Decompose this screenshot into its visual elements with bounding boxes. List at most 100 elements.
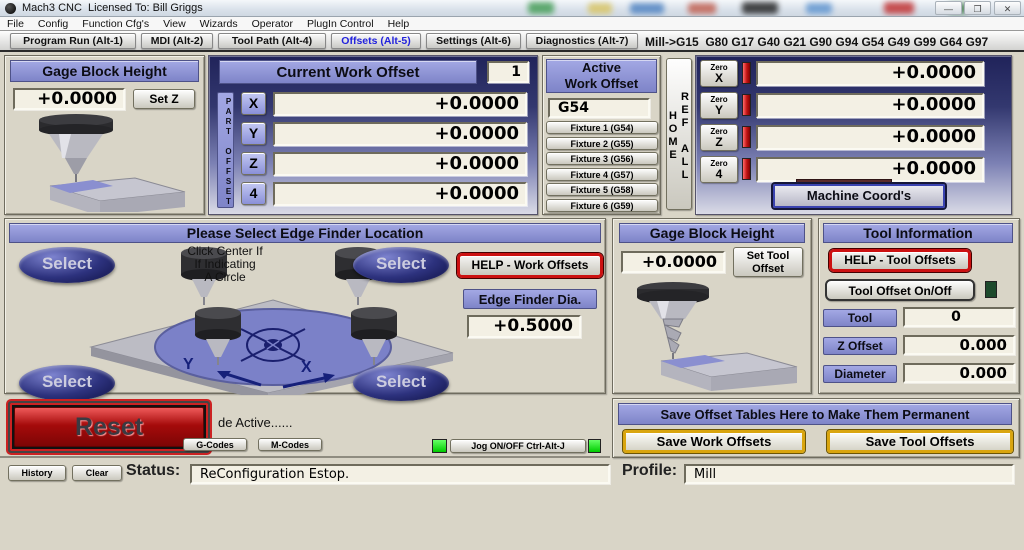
jog-on-off-button[interactable]: Jog ON/OFF Ctrl-Alt-J xyxy=(450,439,586,453)
m-codes-button[interactable]: M-Codes xyxy=(258,438,322,451)
part-offset-x-button[interactable]: X xyxy=(241,92,266,115)
help-tool-offsets-button[interactable]: HELP - Tool Offsets xyxy=(829,249,971,272)
zero-z-button[interactable]: Zero Z xyxy=(700,124,738,151)
menu-wizards[interactable]: Wizards xyxy=(193,18,245,30)
part-offset-y-button[interactable]: Y xyxy=(241,122,266,145)
y-home-led xyxy=(742,94,751,116)
tab-diagnostics[interactable]: Diagnostics (Alt-7) xyxy=(526,33,638,49)
menu-plugin-control[interactable]: PlugIn Control xyxy=(300,18,381,30)
active-work-offset-panel: Active Work Offset G54 Fixture 1 (G54) F… xyxy=(542,55,661,215)
status-label: Status: xyxy=(126,462,180,480)
set-tool-offset-button[interactable]: Set Tool Offset xyxy=(733,247,803,277)
z-offset-dro[interactable]: 0.000 xyxy=(903,335,1015,355)
tool-over-block-graphic xyxy=(621,281,805,391)
title-bar: Mach3 CNC Licensed To: Bill Griggs — ❐ ✕ xyxy=(0,0,1024,17)
save-offsets-title: Save Offset Tables Here to Make Them Per… xyxy=(618,403,1012,425)
machine-y-dro[interactable]: +0.0000 xyxy=(756,93,984,118)
save-tool-offsets-button[interactable]: Save Tool Offsets xyxy=(827,430,1013,453)
edge-finder-title: Please Select Edge Finder Location xyxy=(9,223,601,243)
gage-block-height-dro[interactable]: +0.0000 xyxy=(13,88,125,110)
tool-information-panel: Tool Information HELP - Tool Offsets Too… xyxy=(818,218,1020,394)
fixture-5-button[interactable]: Fixture 5 (G58) xyxy=(546,183,658,196)
save-work-offsets-button[interactable]: Save Work Offsets xyxy=(623,430,805,453)
jog-led-left xyxy=(432,439,447,453)
history-button[interactable]: History xyxy=(8,465,66,481)
taskbar-blur-decoration xyxy=(588,3,612,14)
fixture-3-button[interactable]: Fixture 3 (G56) xyxy=(546,152,658,165)
current-work-offset-title: Current Work Offset xyxy=(219,60,477,84)
screen-tab-bar: Program Run (Alt-1) MDI (Alt-2) Tool Pat… xyxy=(0,31,1024,52)
gage-block-height-title: Gage Block Height xyxy=(10,60,199,82)
reset-button[interactable]: Reset xyxy=(14,407,204,447)
active-work-offset-dro[interactable]: G54 xyxy=(548,98,650,118)
machine-coords-panel: Zero X +0.0000 Zero Y +0.0000 Zero Z +0.… xyxy=(695,55,1012,215)
clear-button[interactable]: Clear xyxy=(72,465,122,481)
maximize-button-icon[interactable]: ❐ xyxy=(964,1,991,15)
machine-z-dro[interactable]: +0.0000 xyxy=(756,125,984,150)
window-title: Mach3 CNC Licensed To: Bill Griggs xyxy=(22,2,203,14)
minimize-button-icon[interactable]: — xyxy=(935,1,962,15)
set-z-button[interactable]: Set Z xyxy=(133,89,195,109)
tab-mdi[interactable]: MDI (Alt-2) xyxy=(141,33,213,49)
profile-label: Profile: xyxy=(622,462,677,480)
gage-block-height-panel-bottom: Gage Block Height +0.0000 Set Tool Offse… xyxy=(612,218,812,394)
tab-settings[interactable]: Settings (Alt-6) xyxy=(426,33,521,49)
part-offset-z-button[interactable]: Z xyxy=(241,152,266,175)
g-codes-button[interactable]: G-Codes xyxy=(183,438,247,451)
menu-view[interactable]: View xyxy=(156,18,193,30)
taskbar-blur-decoration xyxy=(742,2,778,14)
edge-finder-dia-dro[interactable]: +0.5000 xyxy=(467,315,581,338)
menu-help[interactable]: Help xyxy=(381,18,417,30)
select-edge-finder-bottom-left-button[interactable]: Select xyxy=(19,365,115,401)
menu-config[interactable]: Config xyxy=(31,18,75,30)
tool-number-dro[interactable]: 0 xyxy=(903,307,1015,327)
fixture-4-button[interactable]: Fixture 4 (G57) xyxy=(546,168,658,181)
menu-function-cfgs[interactable]: Function Cfg's xyxy=(75,18,156,30)
save-offsets-panel: Save Offset Tables Here to Make Them Per… xyxy=(612,398,1020,458)
taskbar-blur-decoration xyxy=(884,2,914,14)
tool-information-title: Tool Information xyxy=(823,223,1013,243)
work-offset-number-dro[interactable]: 1 xyxy=(487,61,529,83)
diameter-dro[interactable]: 0.000 xyxy=(903,363,1015,383)
gage-block-height-bottom-title: Gage Block Height xyxy=(619,223,805,243)
part-offset-x-dro[interactable]: +0.0000 xyxy=(273,92,527,116)
select-edge-finder-bottom-right-button[interactable]: Select xyxy=(353,365,449,401)
zero-y-button[interactable]: Zero Y xyxy=(700,92,738,119)
gage-block-height-bottom-dro[interactable]: +0.0000 xyxy=(621,251,725,273)
menu-file[interactable]: File xyxy=(0,18,31,30)
select-edge-finder-top-right-button[interactable]: Select xyxy=(353,247,449,283)
jog-led-right xyxy=(588,439,601,453)
edge-finder-panel: Please Select Edge Finder Location xyxy=(4,218,606,394)
machine-coords-button[interactable]: Machine Coord's xyxy=(773,184,945,208)
zero-4-button[interactable]: Zero 4 xyxy=(700,156,738,183)
select-edge-finder-top-left-button[interactable]: Select xyxy=(19,247,115,283)
active-work-offset-title-line1: Active xyxy=(547,60,656,76)
machine-x-dro[interactable]: +0.0000 xyxy=(756,61,984,86)
axis-y-label: Y xyxy=(183,356,194,374)
help-work-offsets-button[interactable]: HELP - Work Offsets xyxy=(457,253,603,278)
tab-offsets[interactable]: Offsets (Alt-5) xyxy=(331,33,421,49)
close-button-icon[interactable]: ✕ xyxy=(994,1,1021,15)
z-offset-label: Z Offset xyxy=(823,337,897,355)
edge-finder-note-line3: A Circle xyxy=(145,271,305,284)
fixture-2-button[interactable]: Fixture 2 (G55) xyxy=(546,137,658,150)
menu-bar: File Config Function Cfg's View Wizards … xyxy=(0,17,1024,31)
zero-x-button[interactable]: Zero X xyxy=(700,60,738,87)
current-work-offset-panel: Current Work Offset 1 PART OFFSET X +0.0… xyxy=(208,55,538,215)
part-offset-z-dro[interactable]: +0.0000 xyxy=(273,152,527,176)
fixture-1-button[interactable]: Fixture 1 (G54) xyxy=(546,121,658,134)
fixture-6-button[interactable]: Fixture 6 (G59) xyxy=(546,199,658,212)
tool-offset-on-off-button[interactable]: Tool Offset On/Off xyxy=(825,279,975,301)
tab-program-run[interactable]: Program Run (Alt-1) xyxy=(10,33,136,49)
active-work-offset-title-line2: Work Offset xyxy=(547,76,656,92)
tab-tool-path[interactable]: Tool Path (Alt-4) xyxy=(218,33,326,49)
part-offset-y-dro[interactable]: +0.0000 xyxy=(273,122,527,146)
ref-all-home-button[interactable]: REF ALL HOME xyxy=(666,58,692,210)
part-offset-4-dro[interactable]: +0.0000 xyxy=(273,182,527,206)
taskbar-blur-decoration xyxy=(806,3,832,14)
active-gcodes-readout: Mill->G15 G80 G17 G40 G21 G90 G94 G54 G4… xyxy=(645,35,988,49)
taskbar-blur-decoration xyxy=(688,3,716,14)
mach3-app-icon xyxy=(5,3,16,14)
menu-operator[interactable]: Operator xyxy=(245,18,300,30)
part-offset-4-button[interactable]: 4 xyxy=(241,182,266,205)
